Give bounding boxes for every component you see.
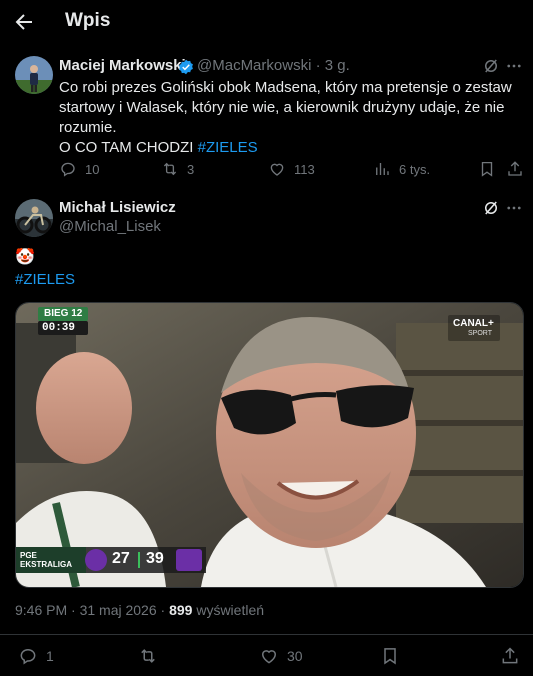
reply-button[interactable]: 10 <box>59 160 99 178</box>
text-line: startowy i Walasek, który nie wie, a kie… <box>59 99 505 116</box>
repost-count: 3 <box>187 161 195 177</box>
text-line-caps: O CO TAM CHODZI #ZIELES <box>59 138 524 158</box>
more-options-icon[interactable] <box>505 57 523 75</box>
views-count: 899 <box>169 602 193 618</box>
score-home: 27 <box>112 550 130 567</box>
avatar[interactable] <box>15 56 53 94</box>
league-line: PGE <box>20 551 37 560</box>
views-label: wyświetleń <box>192 602 265 618</box>
author-handle[interactable]: @Michal_Lisek <box>59 218 161 235</box>
like-button[interactable]: 30 <box>259 646 303 666</box>
repost-icon[interactable] <box>138 646 158 666</box>
verified-badge-icon <box>179 59 193 75</box>
post-image[interactable]: BIEG 12 00:39 CANAL+ SPORT PGE EKSTRALIG… <box>15 302 524 588</box>
like-button[interactable]: 113 <box>268 160 315 178</box>
views-button[interactable]: 6 tys. <box>373 160 430 178</box>
reply-button[interactable]: 1 <box>18 646 54 666</box>
heat-label: BIEG 12 <box>44 308 83 319</box>
broadcaster-logo: CANAL+ <box>453 318 494 329</box>
analytics-icon <box>376 163 389 175</box>
like-count: 30 <box>287 648 303 664</box>
post-text: Co robi prezes Goliński obok Madsena, kt… <box>59 78 524 158</box>
top-bar: Wpis <box>0 0 533 44</box>
back-arrow-icon[interactable] <box>12 10 36 34</box>
heart-icon <box>261 650 277 664</box>
page-title: Wpis <box>65 10 111 31</box>
like-count: 113 <box>294 161 315 177</box>
avatar[interactable] <box>15 199 53 237</box>
score-divider <box>138 552 140 568</box>
bookmark-icon[interactable] <box>478 160 496 178</box>
reply-count: 1 <box>46 648 54 664</box>
race-timer: 00:39 <box>42 322 76 334</box>
bookmark-icon[interactable] <box>380 646 400 666</box>
author-name[interactable]: Maciej Markowski <box>59 57 186 74</box>
author-name[interactable]: Michał Lisiewicz <box>59 199 176 216</box>
share-icon[interactable] <box>500 646 520 666</box>
divider <box>0 634 533 635</box>
score-away: 39 <box>146 550 164 567</box>
hashtag-link[interactable]: #ZIELES <box>198 139 258 156</box>
views-count: 6 tys. <box>399 161 431 177</box>
repost-button[interactable]: 3 <box>161 160 194 178</box>
league-name: PGE EKSTRALIGA <box>20 551 72 569</box>
heart-icon <box>270 163 284 176</box>
text-line: rozumie. <box>59 119 117 136</box>
grok-icon[interactable] <box>482 199 500 217</box>
reply-icon <box>20 648 36 665</box>
text-line: Co robi prezes Goliński obok Madsena, kt… <box>59 79 512 96</box>
reply-count: 10 <box>85 161 100 177</box>
post-time[interactable]: · 3 g. <box>316 57 350 74</box>
repost-icon <box>163 162 177 176</box>
post-timestamp[interactable]: 9:46 PM · 31 maj 2026 · <box>15 602 169 618</box>
grok-icon[interactable] <box>482 57 500 75</box>
more-options-icon[interactable] <box>505 199 523 217</box>
handle-text[interactable]: @MacMarkowski <box>197 57 311 74</box>
post-emoji: 🤡 <box>15 249 35 266</box>
caps-text: O CO TAM CHODZI <box>59 139 198 156</box>
author-handle[interactable]: @MacMarkowski · 3 g. <box>197 57 350 74</box>
hashtag-link[interactable]: #ZIELES <box>15 270 75 290</box>
video-frame <box>16 303 523 587</box>
reply-icon <box>61 162 75 177</box>
share-icon[interactable] <box>506 160 524 178</box>
league-line: EKSTRALIGA <box>20 560 72 569</box>
post-meta: 9:46 PM · 31 maj 2026 · 899 wyświetleń <box>15 602 264 618</box>
broadcaster-sub: SPORT <box>468 330 492 337</box>
